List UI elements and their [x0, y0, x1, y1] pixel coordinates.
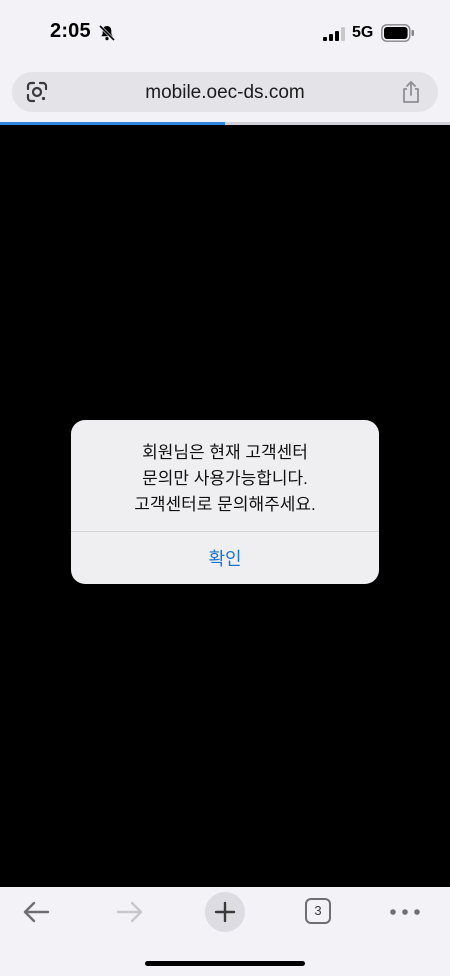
- alert-message-line: 문의만 사용가능합니다.: [142, 469, 308, 488]
- network-type: 5G: [352, 24, 374, 41]
- alert-message-line: 고객센터로 문의해주세요.: [134, 495, 316, 514]
- browser-toolbar: 3: [0, 887, 450, 976]
- browser-address-area: mobile.oec-ds.com: [0, 66, 450, 124]
- alert-dialog: 회원님은 현재 고객센터 문의만 사용가능합니다. 고객센터로 문의해주세요. …: [71, 420, 379, 584]
- bell-slash-icon: [98, 24, 116, 42]
- battery-icon: [381, 24, 414, 42]
- tab-count: 3: [314, 903, 322, 918]
- more-menu-icon[interactable]: [390, 909, 420, 915]
- signal-bars-icon: [323, 27, 345, 41]
- alert-message: 회원님은 현재 고객센터 문의만 사용가능합니다. 고객센터로 문의해주세요.: [71, 440, 379, 518]
- forward-arrow-icon[interactable]: [116, 901, 144, 923]
- url-text[interactable]: mobile.oec-ds.com: [12, 82, 438, 104]
- home-indicator: [145, 961, 305, 966]
- confirm-button[interactable]: 확인: [71, 532, 379, 584]
- phone-screen: 2:05 5G mobile.oec-ds.com 회원님은 현재 고객센터 문…: [0, 0, 450, 976]
- web-content: 회원님은 현재 고객센터 문의만 사용가능합니다. 고객센터로 문의해주세요. …: [0, 125, 450, 887]
- new-tab-plus-icon: [214, 901, 236, 923]
- status-time: 2:05: [50, 20, 91, 42]
- new-tab-button[interactable]: [205, 892, 245, 932]
- back-arrow-icon[interactable]: [22, 901, 50, 923]
- share-icon[interactable]: [400, 80, 422, 104]
- address-bar[interactable]: mobile.oec-ds.com: [12, 72, 438, 112]
- status-bar: 2:05 5G: [0, 0, 450, 66]
- tabs-button[interactable]: 3: [305, 898, 331, 924]
- alert-message-line: 회원님은 현재 고객센터: [142, 443, 308, 462]
